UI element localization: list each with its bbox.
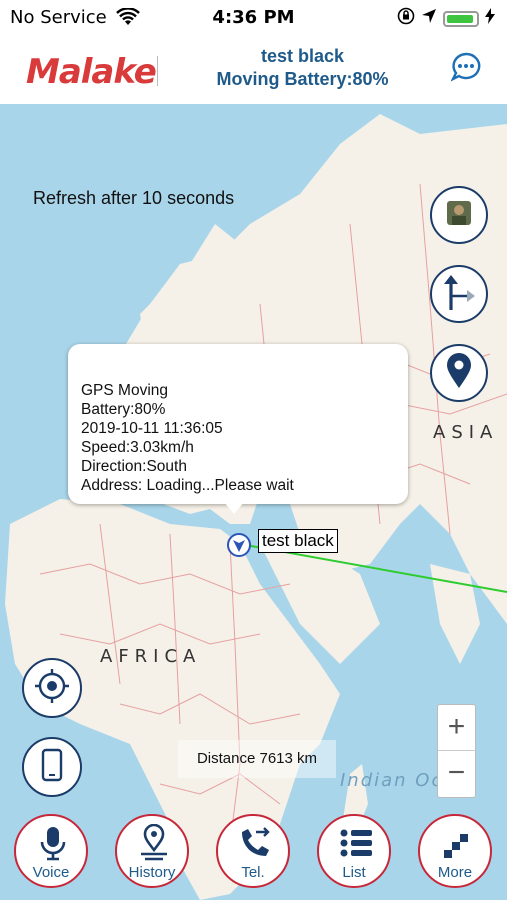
popup-status: GPS Moving xyxy=(81,382,169,399)
popup-speed: Speed:3.03km/h xyxy=(81,439,194,456)
history-label: History xyxy=(128,864,176,881)
refresh-countdown: Refresh after 10 seconds xyxy=(33,188,235,208)
avatar-icon xyxy=(446,200,472,231)
locate-target-icon xyxy=(33,667,71,710)
rotation-lock-icon xyxy=(397,7,415,30)
zoom-out-button[interactable]: − xyxy=(438,750,475,796)
app-header: Malake test black Moving Battery:80% xyxy=(0,34,507,105)
bottom-nav: Voice History Tel. List More xyxy=(0,812,507,900)
malake-logo: Malake xyxy=(26,52,157,92)
vehicle-marker-icon[interactable] xyxy=(226,532,252,563)
list-icon xyxy=(340,829,372,857)
status-bar: No Service 4:36 PM xyxy=(0,0,507,34)
tel-label: Tel. xyxy=(241,864,265,881)
device-name: test black xyxy=(260,46,345,66)
call-forward-icon xyxy=(242,827,270,856)
pin-path-icon xyxy=(141,824,167,861)
route-split-button[interactable] xyxy=(430,265,488,323)
location-arrow-icon xyxy=(421,8,437,29)
map-label-asia: ASIA xyxy=(433,422,499,443)
popup-time: 2019-10-11 11:36:05 xyxy=(81,420,223,437)
phone-device-icon xyxy=(41,748,63,787)
zoom-in-button[interactable]: + xyxy=(438,705,475,750)
vehicle-label: test black xyxy=(258,529,338,553)
zoom-control: + − xyxy=(437,704,476,798)
device-button[interactable] xyxy=(22,737,82,797)
popup-direction: Direction:South xyxy=(81,458,187,475)
info-popup: GPS Moving Battery:80% 2019-10-11 11:36:… xyxy=(68,344,408,504)
map-view[interactable]: Refresh after 10 seconds ASIA AFRICA Ind… xyxy=(0,104,507,900)
popup-battery: Battery:80% xyxy=(81,401,166,418)
battery-icon xyxy=(443,10,479,27)
voice-label: Voice xyxy=(32,864,70,881)
avatar-button[interactable] xyxy=(430,186,488,244)
charging-icon xyxy=(485,8,495,29)
microphone-icon xyxy=(40,827,66,861)
more-label: More xyxy=(437,864,473,881)
chat-bubble-icon[interactable] xyxy=(450,52,481,82)
popup-pointer xyxy=(224,502,244,514)
list-label: List xyxy=(342,864,366,881)
location-button[interactable] xyxy=(430,344,488,402)
location-pin-icon xyxy=(445,352,473,394)
more-button[interactable]: More xyxy=(418,814,492,888)
list-button[interactable]: List xyxy=(317,814,391,888)
distance-readout: Distance 7613 km xyxy=(178,740,336,778)
history-button[interactable]: History xyxy=(115,814,189,888)
stairs-icon xyxy=(444,834,468,858)
voice-button[interactable]: Voice xyxy=(14,814,88,888)
tel-button[interactable]: Tel. xyxy=(216,814,290,888)
map-label-africa: AFRICA xyxy=(100,646,202,667)
locate-button[interactable] xyxy=(22,658,82,718)
device-status: Moving Battery:80% xyxy=(216,69,389,89)
split-route-icon xyxy=(441,272,477,317)
popup-address: Address: Loading...Please wait xyxy=(81,477,294,494)
